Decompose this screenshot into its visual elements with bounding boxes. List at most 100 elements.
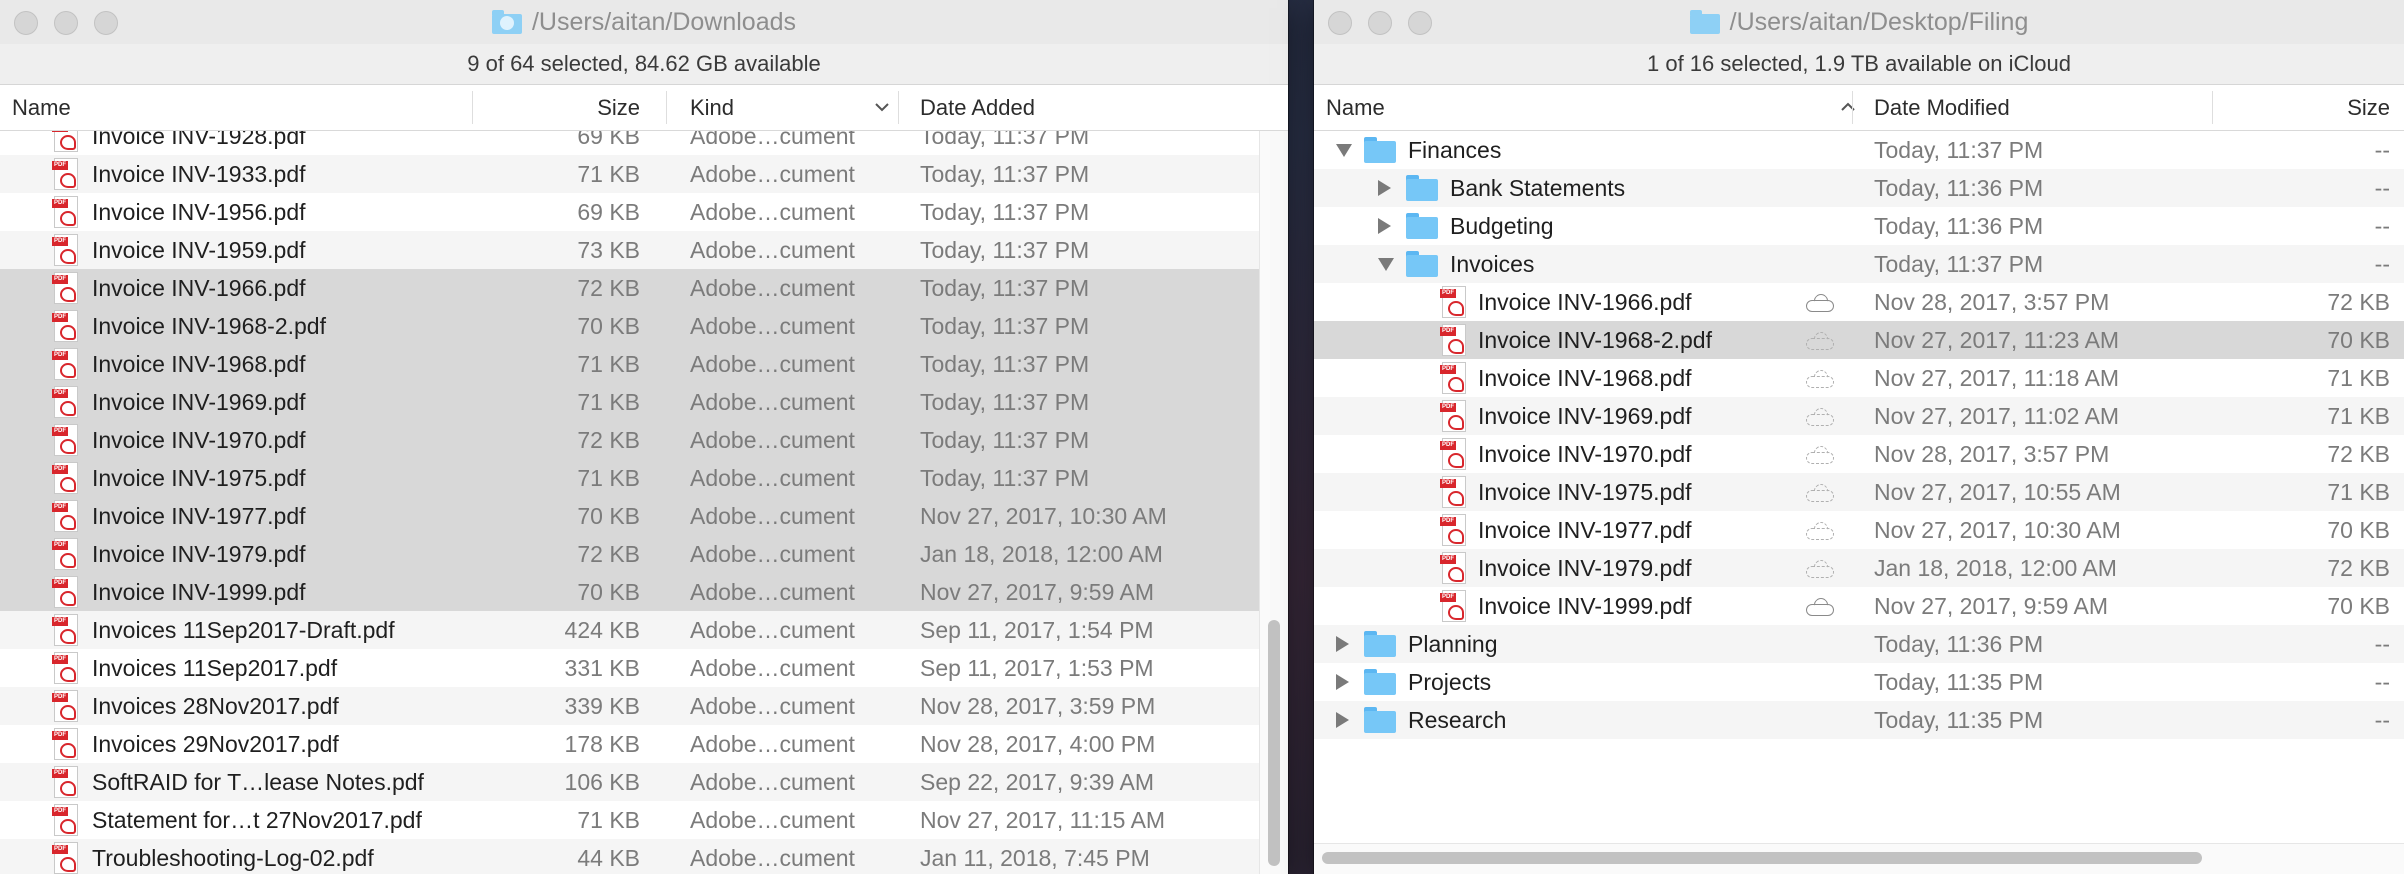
file-row[interactable]: PDF Invoice INV-1966.pdf Nov 28, 2017, 3:5… xyxy=(1314,283,2404,321)
folder-row[interactable]: Projects Today, 11:35 PM -- xyxy=(1314,663,2404,701)
chevron-up-icon xyxy=(1841,102,1855,111)
folder-row[interactable]: Bank Statements Today, 11:36 PM -- xyxy=(1314,169,2404,207)
pdf-file-icon: PDF xyxy=(1440,400,1466,432)
horizontal-scrollbar[interactable] xyxy=(1322,852,2202,864)
disclosure-expanded-icon[interactable] xyxy=(1378,257,1394,271)
file-name: Invoice INV-1999.pdf xyxy=(92,578,306,605)
file-size: 72 KB xyxy=(577,426,640,453)
folder-row[interactable]: Invoices Today, 11:37 PM -- xyxy=(1314,245,2404,283)
vertical-scrollbar[interactable] xyxy=(1268,620,1280,866)
column-header-kind[interactable]: Kind xyxy=(690,85,890,130)
disclosure-collapsed-icon[interactable] xyxy=(1336,636,1349,652)
file-date-modified: Today, 11:35 PM xyxy=(1874,706,2044,733)
file-row[interactable]: PDF Invoice INV-1977.pdf 70 KB Adobe…cument… xyxy=(0,497,1288,535)
titlebar[interactable]: /Users/aitan/Desktop/Filing xyxy=(1314,0,2404,44)
file-kind: Adobe…cument xyxy=(690,312,855,339)
file-size: -- xyxy=(2374,706,2390,733)
file-name: Invoice INV-1966.pdf xyxy=(92,274,306,301)
file-row[interactable]: PDF Invoice INV-1966.pdf 72 KB Adobe…cument… xyxy=(0,269,1288,307)
file-size: 72 KB xyxy=(577,540,640,567)
file-row[interactable]: PDF Invoice INV-1999.pdf 70 KB Adobe…cument… xyxy=(0,573,1288,611)
folder-row[interactable]: Research Today, 11:35 PM -- xyxy=(1314,701,2404,739)
minimize-button[interactable] xyxy=(54,11,78,35)
status-text: 9 of 64 selected, 84.62 GB available xyxy=(467,51,821,76)
file-row[interactable]: PDF Invoices 29Nov2017.pdf 178 KB Adobe…cum… xyxy=(0,725,1288,763)
file-kind: Adobe…cument xyxy=(690,616,855,643)
file-name: Invoice INV-1966.pdf xyxy=(1478,288,1692,315)
file-row[interactable]: PDF Invoice INV-1999.pdf Nov 27, 2017, 9:5… xyxy=(1314,587,2404,625)
file-kind: Adobe…cument xyxy=(690,540,855,567)
file-kind: Adobe…cument xyxy=(690,350,855,377)
close-button[interactable] xyxy=(1328,11,1352,35)
column-header-size[interactable]: Size xyxy=(2214,85,2390,130)
status-bar: 1 of 16 selected, 1.9 TB available on iC… xyxy=(1314,44,2404,85)
window-title: /Users/aitan/Desktop/Filing xyxy=(1689,7,2029,37)
file-row[interactable]: PDF Troubleshooting-Log-02.pdf 44 KB Adobe…… xyxy=(0,839,1288,874)
file-row[interactable]: PDF Invoice INV-1968.pdf Nov 27, 2017, 11:… xyxy=(1314,359,2404,397)
file-size: 70 KB xyxy=(577,312,640,339)
file-row[interactable]: PDF Invoice INV-1968-2.pdf 70 KB Adobe…cume… xyxy=(0,307,1288,345)
file-row[interactable]: PDF Invoice INV-1969.pdf Nov 27, 2017, 11:… xyxy=(1314,397,2404,435)
file-row[interactable]: PDF Invoice INV-1975.pdf 71 KB Adobe…cument… xyxy=(0,459,1288,497)
file-size: 72 KB xyxy=(2327,440,2390,467)
column-header-name[interactable]: Name xyxy=(1326,85,1856,130)
file-name: Invoice INV-1968-2.pdf xyxy=(1478,326,1712,353)
file-row[interactable]: PDF Invoices 11Sep2017-Draft.pdf 424 KB Ado… xyxy=(0,611,1288,649)
file-row[interactable]: PDF Invoice INV-1956.pdf 69 KB Adobe…cument… xyxy=(0,193,1288,231)
file-row[interactable]: PDF Invoice INV-1968-2.pdf Nov 27, 2017, 1… xyxy=(1314,321,2404,359)
file-row[interactable]: PDF Invoice INV-1970.pdf 72 KB Adobe…cument… xyxy=(0,421,1288,459)
file-row[interactable]: PDF Invoice INV-1959.pdf 73 KB Adobe…cument… xyxy=(0,231,1288,269)
file-row[interactable]: PDF Invoice INV-1933.pdf 71 KB Adobe…cument… xyxy=(0,155,1288,193)
file-row[interactable]: PDF SoftRAID for T…lease Notes.pdf 106 KB A… xyxy=(0,763,1288,801)
file-row[interactable]: PDF Invoice INV-1977.pdf Nov 27, 2017, 10:… xyxy=(1314,511,2404,549)
column-header-date-modified[interactable]: Date Modified xyxy=(1874,85,2010,130)
minimize-button[interactable] xyxy=(1368,11,1392,35)
column-header-label: Date Added xyxy=(920,94,1035,120)
file-row[interactable]: PDF Invoices 28Nov2017.pdf 339 KB Adobe…cum… xyxy=(0,687,1288,725)
file-kind: Adobe…cument xyxy=(690,426,855,453)
disclosure-collapsed-icon[interactable] xyxy=(1378,180,1391,196)
file-row[interactable]: PDF Invoice INV-1970.pdf Nov 28, 2017, 3:5… xyxy=(1314,435,2404,473)
folder-row[interactable]: Finances Today, 11:37 PM -- xyxy=(1314,131,2404,169)
file-row[interactable]: PDF Invoice INV-1968.pdf 71 KB Adobe…cument… xyxy=(0,345,1288,383)
close-button[interactable] xyxy=(14,11,38,35)
zoom-button[interactable] xyxy=(1408,11,1432,35)
column-header-size[interactable]: Size xyxy=(472,85,640,130)
file-row[interactable]: PDF Invoice INV-1969.pdf 71 KB Adobe…cument… xyxy=(0,383,1288,421)
file-kind: Adobe…cument xyxy=(690,806,855,833)
file-size: -- xyxy=(2374,174,2390,201)
disclosure-collapsed-icon[interactable] xyxy=(1336,674,1349,690)
file-date-added: Sep 11, 2017, 1:54 PM xyxy=(920,616,1154,643)
titlebar[interactable]: /Users/aitan/Downloads xyxy=(0,0,1288,44)
pdf-file-icon: PDF xyxy=(52,158,78,190)
file-row[interactable]: PDF Invoice INV-1979.pdf Jan 18, 2018, 12:… xyxy=(1314,549,2404,587)
file-size: 71 KB xyxy=(577,350,640,377)
folder-row[interactable]: Planning Today, 11:36 PM -- xyxy=(1314,625,2404,663)
disclosure-collapsed-icon[interactable] xyxy=(1378,218,1391,234)
disclosure-collapsed-icon[interactable] xyxy=(1336,712,1349,728)
file-date-added: Today, 11:37 PM xyxy=(920,274,1090,301)
disclosure-expanded-icon[interactable] xyxy=(1336,143,1352,157)
file-date-added: Today, 11:37 PM xyxy=(920,160,1090,187)
column-header-label: Date Modified xyxy=(1874,94,2010,120)
file-size: -- xyxy=(2374,668,2390,695)
file-kind: Adobe…cument xyxy=(690,502,855,529)
zoom-button[interactable] xyxy=(94,11,118,35)
window-controls xyxy=(1328,11,1432,35)
file-size: 70 KB xyxy=(2327,592,2390,619)
column-header-label: Size xyxy=(2347,94,2390,120)
pdf-file-icon: PDF xyxy=(52,766,78,798)
cloud-uploading-icon xyxy=(1804,522,1834,540)
file-row[interactable]: PDF Invoice INV-1979.pdf 72 KB Adobe…cument… xyxy=(0,535,1288,573)
file-row[interactable]: PDF Statement for…t 27Nov2017.pdf 71 KB Ado… xyxy=(0,801,1288,839)
file-row[interactable]: PDF Invoice INV-1975.pdf Nov 27, 2017, 10:… xyxy=(1314,473,2404,511)
column-header-date-added[interactable]: Date Added xyxy=(920,85,1035,130)
window-title-text: /Users/aitan/Desktop/Filing xyxy=(1729,7,2029,36)
pdf-file-icon: PDF xyxy=(52,538,78,570)
file-date-modified: Today, 11:36 PM xyxy=(1874,630,2044,657)
folder-row[interactable]: Budgeting Today, 11:36 PM -- xyxy=(1314,207,2404,245)
folder-name: Projects xyxy=(1408,668,1492,695)
file-row[interactable]: PDF Invoices 11Sep2017.pdf 331 KB Adobe…cum… xyxy=(0,649,1288,687)
column-header-name[interactable]: Name xyxy=(12,85,71,130)
file-size: 72 KB xyxy=(2327,288,2390,315)
